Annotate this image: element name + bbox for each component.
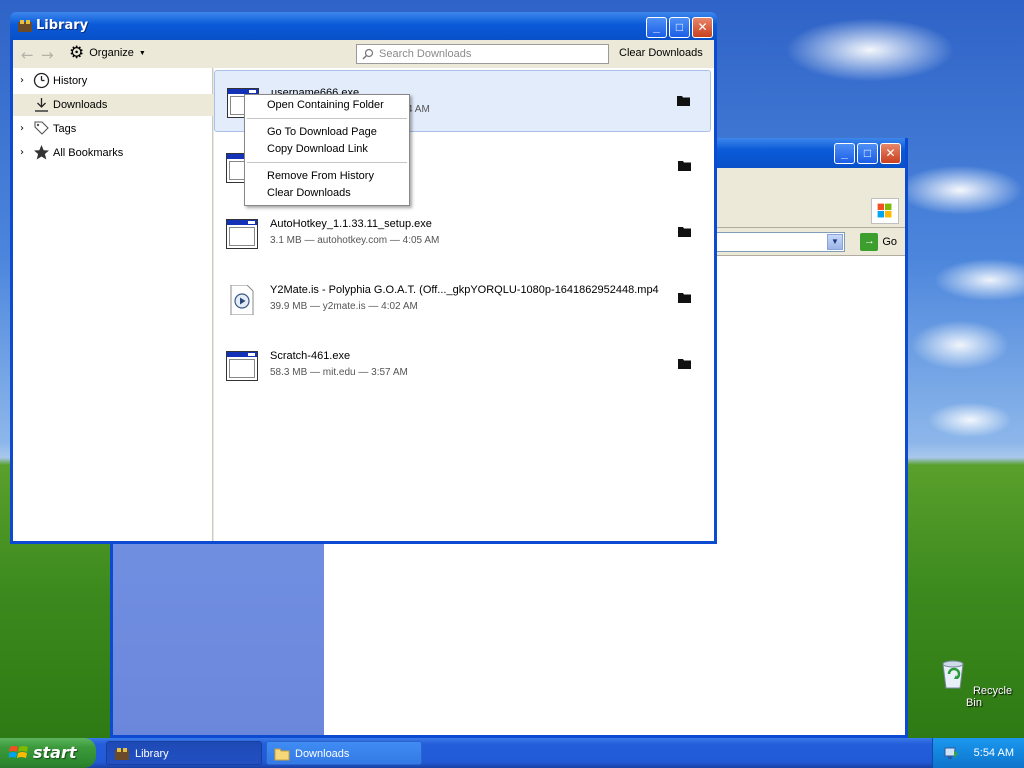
minimize-button[interactable]: _ — [646, 17, 667, 38]
menu-item-clear-downloads[interactable]: Clear Downloads — [267, 187, 351, 199]
download-filename: Y2Mate.is - Polyphia G.O.A.T. (Off..._gk… — [270, 284, 659, 296]
executable-file-icon — [226, 219, 258, 249]
system-tray: 5:54 AM — [932, 738, 1024, 768]
taskbar-button-downloads[interactable]: Downloads — [266, 741, 422, 765]
download-meta: 4 AM — [407, 104, 430, 115]
clear-downloads-button[interactable]: Clear Downloads — [619, 47, 703, 59]
library-title-bar[interactable]: Library _ □ ✕ — [10, 12, 717, 40]
download-meta: 58.3 MB — mit.edu — 3:57 AM — [270, 367, 408, 378]
download-item[interactable]: Scratch-461.exe 58.3 MB — mit.edu — 3:57… — [214, 334, 711, 396]
folder-icon — [274, 748, 290, 761]
close-button[interactable]: ✕ — [692, 17, 713, 38]
library-sidebar: › History Downloads › Tags › All Bookmar… — [13, 68, 213, 541]
clock[interactable]: 5:54 AM — [974, 747, 1014, 759]
maximize-button[interactable]: □ — [857, 143, 878, 164]
open-folder-icon[interactable] — [678, 292, 691, 303]
library-title: Library — [36, 18, 89, 33]
windows-flag-icon — [9, 746, 28, 758]
star-icon — [34, 145, 49, 160]
close-button[interactable]: ✕ — [880, 143, 901, 164]
minimize-button[interactable]: _ — [834, 143, 855, 164]
download-item[interactable]: AutoHotkey_1.1.33.11_setup.exe 3.1 MB — … — [214, 202, 711, 264]
sidebar-item-label: Downloads — [53, 99, 108, 111]
menu-separator — [247, 118, 407, 119]
library-toolbar: ← → ⚙ Organize ▼ Search Downloads Clear … — [13, 40, 714, 68]
download-filename: Scratch-461.exe — [270, 350, 351, 362]
download-context-menu: Open Containing Folder Go To Download Pa… — [244, 94, 410, 206]
download-meta: 3.1 MB — autohotkey.com — 4:05 AM — [270, 235, 440, 246]
library-app-icon — [18, 20, 32, 32]
sidebar-item-label: Tags — [53, 123, 77, 135]
go-arrow-icon: → — [860, 233, 879, 251]
forward-arrow-icon[interactable]: → — [41, 46, 54, 64]
taskbar-button-label: Library — [135, 748, 169, 760]
library-window: Library _ □ ✕ ← → ⚙ Organize ▼ Search Do… — [10, 12, 717, 544]
recycle-bin-label: Recycle Bin — [966, 685, 1013, 709]
menu-item-remove-from-history[interactable]: Remove From History — [267, 170, 374, 182]
taskbar: start Library Downloads 5:54 AM — [0, 738, 1024, 768]
menu-item-go-to-download-page[interactable]: Go To Download Page — [267, 126, 377, 138]
sidebar-item-label: All Bookmarks — [53, 147, 124, 159]
expand-chevron-icon[interactable]: › — [20, 147, 24, 158]
recycle-bin-desktop-icon[interactable]: Recycle Bin — [934, 656, 1014, 709]
taskbar-button-library[interactable]: Library — [106, 741, 262, 765]
maximize-button[interactable]: □ — [669, 17, 690, 38]
media-file-icon — [230, 285, 254, 315]
start-button[interactable]: start — [0, 738, 96, 768]
menu-item-open-containing-folder[interactable]: Open Containing Folder — [267, 99, 384, 111]
clock-icon — [33, 72, 50, 89]
windows-logo-icon — [871, 198, 899, 224]
taskbar-button-label: Downloads — [295, 748, 350, 760]
executable-file-icon — [226, 351, 258, 381]
download-filename: AutoHotkey_1.1.33.11_setup.exe — [270, 218, 432, 230]
start-label: start — [33, 743, 77, 762]
download-meta: 39.9 MB — y2mate.is — 4:02 AM — [270, 301, 418, 312]
sidebar-item-history[interactable]: › History — [13, 70, 213, 92]
dropdown-arrow-icon: ▼ — [138, 49, 146, 57]
open-folder-icon[interactable] — [678, 358, 691, 369]
menu-item-copy-download-link[interactable]: Copy Download Link — [267, 143, 368, 155]
open-folder-icon[interactable] — [677, 95, 690, 106]
back-arrow-icon[interactable]: ← — [21, 46, 34, 64]
sidebar-item-tags[interactable]: › Tags — [13, 118, 213, 140]
tag-icon — [34, 121, 49, 135]
open-folder-icon[interactable] — [678, 160, 691, 171]
expand-chevron-icon[interactable]: › — [20, 123, 24, 134]
recycle-bin-icon — [942, 660, 964, 689]
expand-chevron-icon[interactable]: › — [20, 75, 24, 86]
download-item[interactable]: Y2Mate.is - Polyphia G.O.A.T. (Off..._gk… — [214, 268, 711, 330]
library-app-icon — [115, 748, 129, 760]
go-label: Go — [882, 236, 897, 248]
address-dropdown-icon[interactable]: ▼ — [827, 234, 843, 250]
search-input[interactable]: Search Downloads — [356, 44, 609, 64]
sidebar-item-label: History — [53, 75, 88, 87]
network-icon[interactable] — [943, 745, 959, 761]
gear-icon: ⚙ — [69, 43, 85, 62]
open-folder-icon[interactable] — [678, 226, 691, 237]
organize-button[interactable]: ⚙ Organize ▼ — [69, 43, 146, 62]
search-icon — [362, 48, 374, 60]
go-button[interactable]: → Go — [860, 233, 897, 251]
download-arrow-icon — [35, 98, 48, 112]
organize-label: Organize — [89, 47, 134, 59]
sidebar-item-downloads[interactable]: Downloads — [13, 94, 213, 116]
sidebar-item-all-bookmarks[interactable]: › All Bookmarks — [13, 142, 213, 164]
search-placeholder: Search Downloads — [379, 48, 472, 60]
menu-separator — [247, 162, 407, 163]
